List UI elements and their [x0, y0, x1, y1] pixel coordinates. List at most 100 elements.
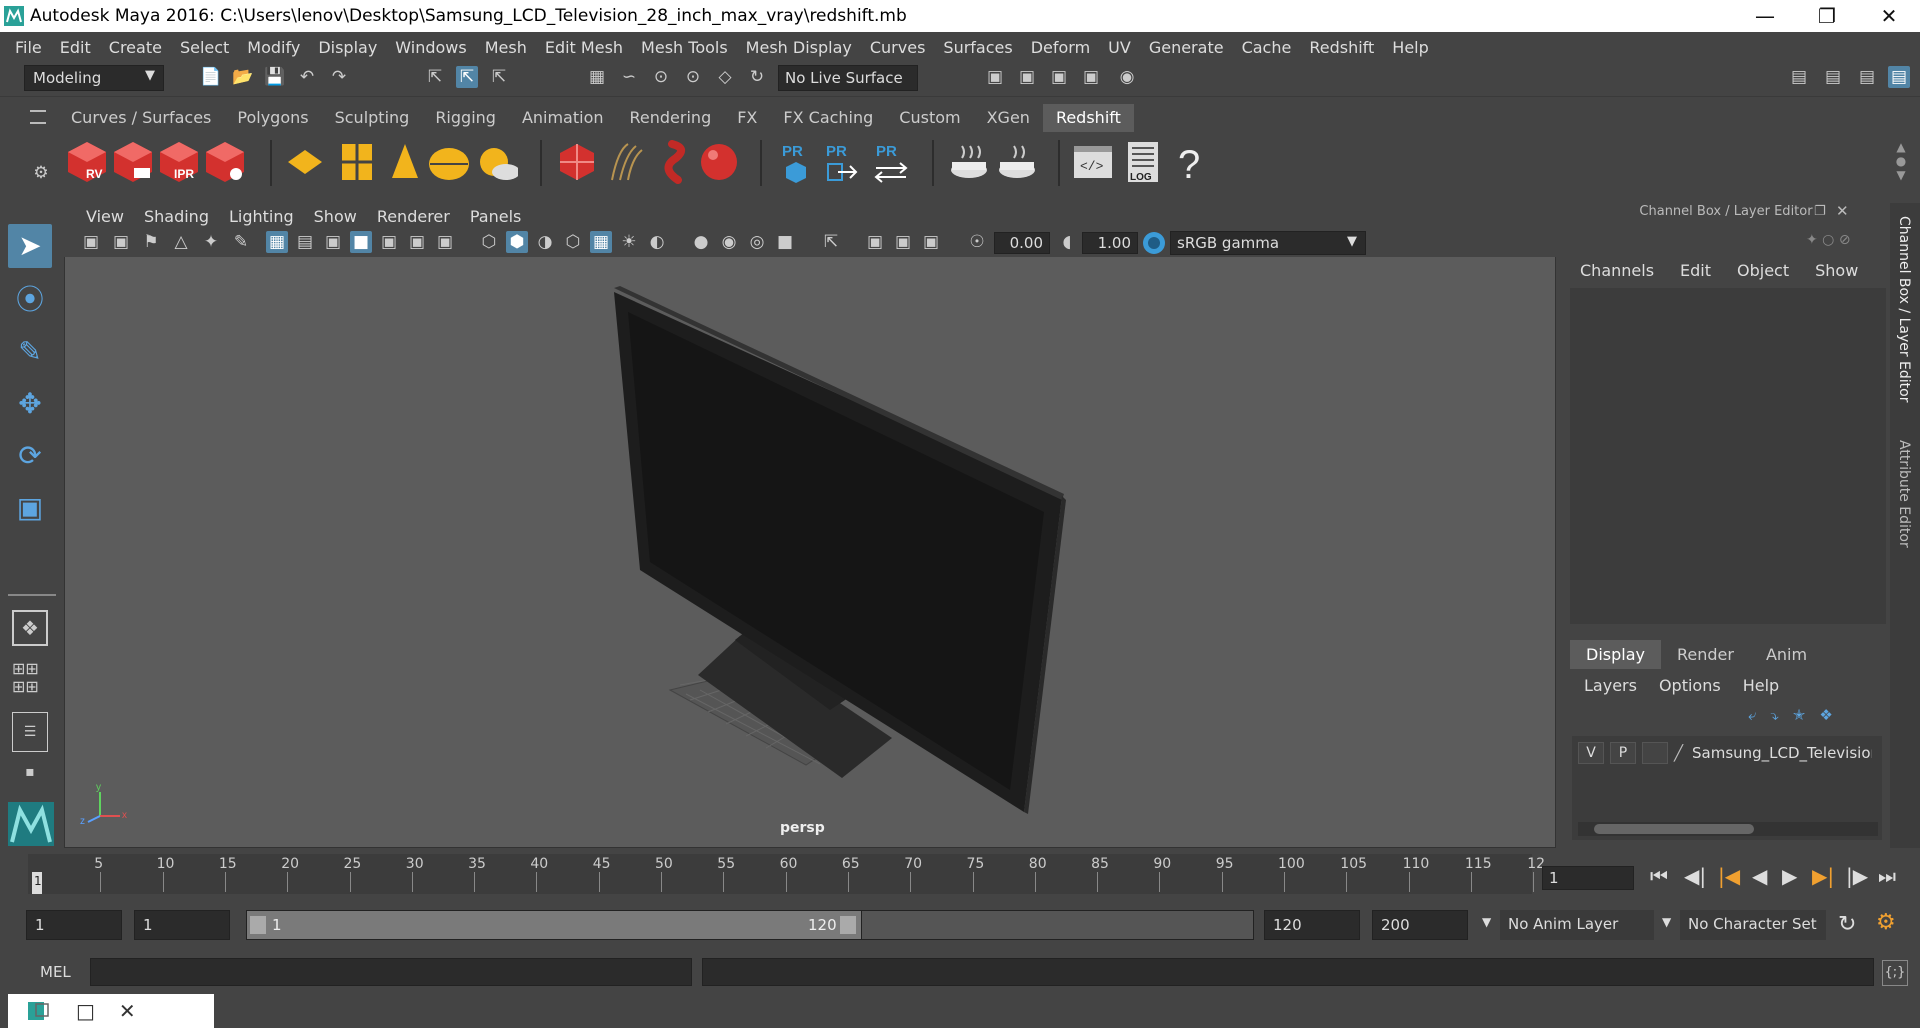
move-tool-icon[interactable]: ✥ [8, 382, 52, 426]
xray-icon[interactable]: ▣ [864, 231, 886, 253]
image-plane-icon[interactable]: △ [170, 231, 192, 253]
step-back-key-icon[interactable]: |◀ [1718, 864, 1740, 888]
scene-view[interactable]: y x z [64, 257, 1556, 847]
attribute-toggle-icon[interactable]: ▤ [1856, 66, 1878, 88]
go-to-end-icon[interactable]: ⏭ [1878, 864, 1896, 888]
viewport-menu-view[interactable]: View [86, 207, 124, 226]
bookmark-icon[interactable]: ⚑ [140, 231, 162, 253]
float-panel-icon[interactable]: ❐ [1814, 204, 1826, 219]
tab-animation[interactable]: Animation [509, 104, 617, 132]
pr-swap-icon[interactable]: PR [870, 140, 912, 184]
menu-create[interactable]: Create [109, 38, 162, 57]
playback-start-field[interactable]: 1 [134, 910, 230, 940]
channel-box-menu-channels[interactable]: Channels [1580, 261, 1654, 280]
snap-surface-icon[interactable]: ◇ [714, 66, 736, 88]
select-component-icon[interactable]: ⇱ [488, 66, 510, 88]
film-gate-icon[interactable]: ▤ [294, 231, 316, 253]
menu-mesh-display[interactable]: Mesh Display [746, 38, 852, 57]
snap-curve-icon[interactable]: ∽ [618, 66, 640, 88]
channel-list[interactable] [1570, 288, 1886, 624]
lights-icon[interactable]: ◐ [646, 231, 668, 253]
field-chart-icon[interactable]: ▣ [378, 231, 400, 253]
grease-pencil-icon[interactable]: ✎ [230, 231, 252, 253]
wireframe-on-shaded-icon[interactable]: ◑ [534, 231, 556, 253]
tab-sculpting[interactable]: Sculpting [322, 104, 423, 132]
channel-box-icons[interactable]: ✦ ○ ⊘ [1806, 232, 1851, 248]
range-end-handle[interactable] [840, 916, 856, 934]
tab-polygons[interactable]: Polygons [224, 104, 321, 132]
layer-scrollbar-thumb[interactable] [1594, 824, 1754, 834]
step-forward-frame-icon[interactable]: |▶ [1846, 864, 1868, 888]
gamma-field[interactable]: 1.00 [1082, 232, 1138, 254]
shelf-settings-icon[interactable]: ⚙ [30, 162, 52, 184]
hypershade-icon[interactable]: ◉ [1116, 66, 1138, 88]
menu-cache[interactable]: Cache [1242, 38, 1292, 57]
tab-fx[interactable]: FX [724, 104, 770, 132]
select-hierarchy-icon[interactable]: ⇱ [424, 66, 446, 88]
screen-space-ao-icon[interactable]: ● [690, 231, 712, 253]
single-view-layout-icon[interactable]: ❖ [12, 610, 48, 646]
shelf-scroll-arrows[interactable]: ▲ ● ▼ [1894, 140, 1908, 184]
sun-sky-icon[interactable] [476, 140, 518, 184]
open-scene-icon[interactable]: 📂 [232, 66, 254, 88]
select-object-icon[interactable]: ⇱ [456, 66, 478, 88]
menu-edit[interactable]: Edit [60, 38, 91, 57]
viewport-menu-panels[interactable]: Panels [470, 207, 522, 226]
menu-redshift[interactable]: Redshift [1309, 38, 1374, 57]
shelf-menu-icon[interactable] [30, 110, 46, 124]
snap-grid-icon[interactable]: ▦ [586, 66, 608, 88]
redshift-ipr-icon[interactable]: IPR [158, 140, 200, 184]
bake-settings-icon[interactable] [996, 140, 1038, 184]
tab-custom[interactable]: Custom [886, 104, 973, 132]
animation-preferences-icon[interactable]: ⚙ [1876, 910, 1896, 935]
menu-generate[interactable]: Generate [1149, 38, 1224, 57]
command-input[interactable] [90, 958, 692, 986]
render-settings-icon[interactable]: ▣ [1080, 66, 1102, 88]
menu-curves[interactable]: Curves [870, 38, 926, 57]
snap-point-icon[interactable]: ⊙ [650, 66, 672, 88]
menu-modify[interactable]: Modify [247, 38, 300, 57]
layer-display-type[interactable] [1642, 742, 1668, 764]
viewport-menu-shading[interactable]: Shading [144, 207, 209, 226]
go-to-start-icon[interactable]: ⏮ [1650, 864, 1668, 888]
undo-icon[interactable]: ↶ [296, 66, 318, 88]
render-frame-icon[interactable]: ▣ [1016, 66, 1038, 88]
scale-tool-icon[interactable]: ▣ [8, 486, 52, 530]
viewport-menu-renderer[interactable]: Renderer [377, 207, 450, 226]
minimized-window[interactable]: □ ✕ [8, 994, 214, 1028]
dome-light-icon[interactable] [428, 140, 470, 184]
redshift-render-settings-icon[interactable] [204, 140, 246, 184]
close-icon[interactable]: ✕ [1858, 4, 1920, 28]
current-frame-field[interactable]: 1 [1542, 866, 1634, 890]
channel-box-menu-edit[interactable]: Edit [1680, 261, 1711, 280]
layer-visibility-toggle[interactable]: V [1578, 742, 1604, 764]
exposure-field[interactable]: 0.00 [994, 232, 1050, 254]
save-scene-icon[interactable]: 💾 [264, 66, 286, 88]
tab-xgen[interactable]: XGen [974, 104, 1043, 132]
xray-components-icon[interactable]: ▣ [920, 231, 942, 253]
step-back-frame-icon[interactable]: ◀| [1684, 864, 1706, 888]
viewport-menu-lighting[interactable]: Lighting [229, 207, 294, 226]
motion-blur-icon[interactable]: ◉ [718, 231, 740, 253]
layer-playback-toggle[interactable]: P [1610, 742, 1636, 764]
safe-action-icon[interactable]: ▣ [406, 231, 428, 253]
use-all-lights-icon[interactable]: ▦ [590, 231, 612, 253]
layout-extra-icon[interactable]: ▪ [12, 764, 48, 784]
paint-select-tool-icon[interactable]: ✎ [8, 330, 52, 374]
lasso-tool-icon[interactable]: ⦿ [8, 278, 52, 322]
camera-icon[interactable]: ▣ [80, 231, 102, 253]
tab-display-layers[interactable]: Display [1570, 640, 1661, 669]
depth-of-field-icon[interactable]: ■ [774, 231, 796, 253]
color-management-toggle-icon[interactable] [1142, 231, 1166, 255]
gate-mask-icon[interactable]: ■ [350, 231, 372, 253]
workspace-icon[interactable]: ▤ [1788, 66, 1810, 88]
range-start-handle[interactable] [250, 916, 266, 934]
restore-icon[interactable]: □ [76, 999, 95, 1023]
safe-title-icon[interactable]: ▣ [434, 231, 456, 253]
ies-light-icon[interactable] [384, 140, 426, 184]
menu-display[interactable]: Display [318, 38, 377, 57]
render-view-icon[interactable]: ▣ [984, 66, 1006, 88]
volume-icon[interactable] [652, 140, 694, 184]
snap-view-icon[interactable]: ⊙ [682, 66, 704, 88]
playback-end-field[interactable]: 120 [1264, 910, 1360, 940]
